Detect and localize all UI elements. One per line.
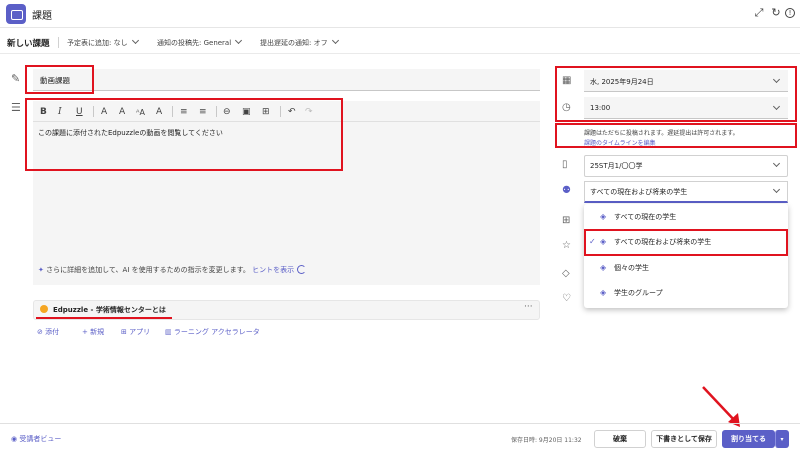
star-icon: ☆ — [562, 240, 571, 251]
assign-options-button[interactable]: ▾ — [775, 430, 789, 448]
option-all-current[interactable]: すべての現在の学生 — [614, 212, 676, 222]
new-button[interactable]: + 新規 — [82, 327, 104, 337]
loading-spinner-icon — [297, 265, 306, 274]
title-bar — [0, 0, 800, 28]
highlight-box-due — [555, 66, 797, 122]
group-icon: ◈ — [600, 288, 607, 297]
document-icon: ▯ — [562, 159, 568, 170]
refresh-icon[interactable]: ↻ — [769, 6, 783, 20]
page-heading: 新しい課題 — [7, 39, 50, 49]
expand-icon[interactable]: ⤢ — [752, 6, 766, 20]
title-input[interactable] — [33, 69, 540, 91]
assign-to-value: すべての現在および将来の学生 — [590, 188, 688, 196]
window-title: 課題 — [32, 11, 52, 22]
people-icon: ⚉ — [562, 185, 571, 196]
assignments-app-icon — [6, 4, 26, 24]
tag-icon: ◇ — [562, 268, 570, 279]
ai-hint: ✦ さらに詳細を追加して、AI を使用するための指示を変更します。 ヒントを表示 — [38, 266, 295, 274]
late-notify-dropdown[interactable]: 提出遅延の通知: オフ — [260, 36, 339, 48]
person-icon: ◈ — [600, 263, 607, 272]
instructions-icon: ☰ — [11, 101, 21, 114]
highlight-box-instructions — [25, 98, 343, 171]
calendar-dropdown[interactable]: 予定表に追加: なし — [67, 36, 139, 48]
learning-accelerator-button[interactable]: ▥ ラーニング アクセラレータ — [165, 327, 260, 337]
option-individual[interactable]: 個々の学生 — [614, 263, 649, 273]
grid-icon: ⊞ — [121, 328, 127, 336]
grid-icon: ⊞ — [562, 215, 571, 226]
divider — [58, 37, 59, 48]
apps-button[interactable]: ⊞ アプリ — [121, 327, 150, 337]
book-icon: ▥ — [165, 328, 172, 336]
chevron-down-icon: ▾ — [780, 436, 784, 443]
saved-timestamp: 保存日時: 9月20日 11:32 — [511, 437, 582, 444]
attachment-name: Edpuzzle - 学術情報センターとは — [53, 306, 166, 314]
plus-icon: + — [82, 328, 88, 336]
sparkle-icon: ✦ — [38, 266, 44, 274]
edpuzzle-icon — [40, 305, 48, 313]
show-tips-link[interactable]: ヒントを表示 — [252, 266, 294, 274]
assign-button[interactable]: 割り当てる — [722, 430, 775, 448]
highlight-box-option — [584, 229, 788, 256]
class-value: 25ST月1/〇〇学 — [590, 162, 643, 170]
heart-icon: ♡ — [562, 293, 571, 304]
save-draft-button[interactable]: 下書きとして保存 — [651, 430, 717, 448]
option-groups[interactable]: 学生のグループ — [614, 288, 663, 298]
pencil-icon: ✎ — [11, 72, 21, 85]
discard-button[interactable]: 破棄 — [594, 430, 646, 448]
attach-button[interactable]: ⊘ 添付 — [37, 327, 59, 337]
highlight-underline — [36, 317, 172, 319]
info-icon[interactable]: ! — [785, 8, 795, 18]
class-icon: ◈ — [600, 212, 607, 221]
notify-dropdown[interactable]: 通知の投稿先: General — [157, 36, 243, 48]
student-view-button[interactable]: ◉ 受講者ビュー — [11, 434, 61, 444]
highlight-box-title — [25, 65, 94, 94]
paperclip-icon: ⊘ — [37, 328, 43, 336]
eye-icon: ◉ — [11, 435, 18, 443]
highlight-box-note — [555, 123, 797, 148]
more-options-button[interactable]: ··· — [524, 302, 533, 312]
